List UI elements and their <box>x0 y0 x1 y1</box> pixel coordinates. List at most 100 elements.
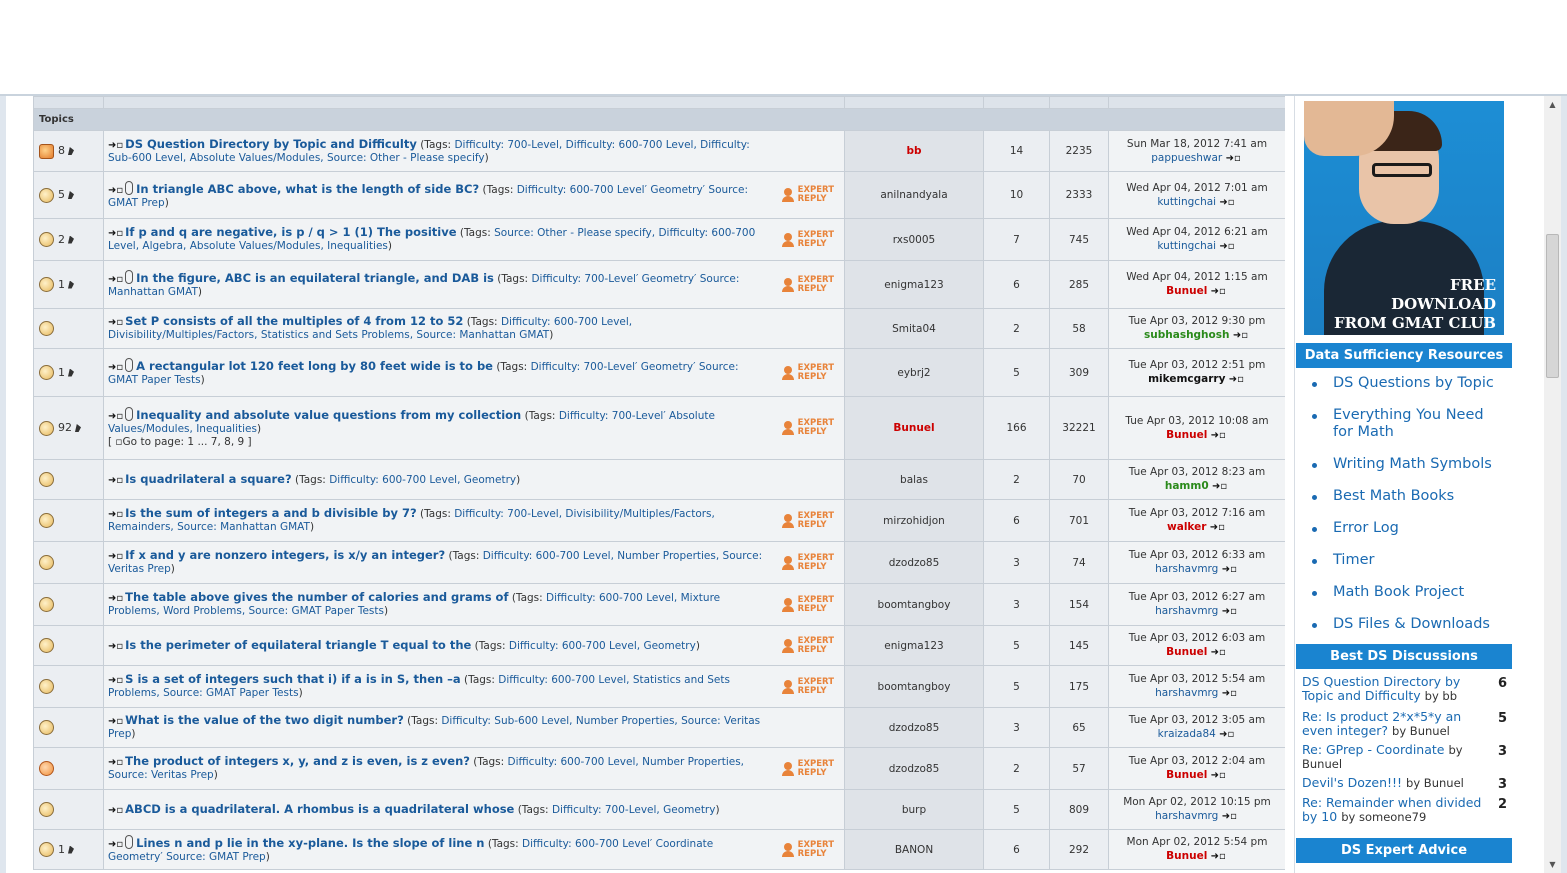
topic-tag[interactable]: Geometry <box>663 804 715 816</box>
author-link[interactable]: burp <box>902 804 926 816</box>
topic-tag[interactable]: Inequalities <box>196 423 257 435</box>
new-post-arrow-icon[interactable]: ➜▫ <box>108 316 123 329</box>
author-link[interactable]: bb <box>906 145 921 157</box>
resource-link[interactable]: Error Log <box>1295 520 1495 537</box>
view-latest-post-icon[interactable]: ➜▫ <box>1229 373 1244 387</box>
topic-tag[interactable]: Source: Veritas Prep <box>108 769 214 781</box>
discussion-item[interactable]: Re: Is product 2*x*5*y an even integer? … <box>1295 710 1513 739</box>
view-latest-post-icon[interactable]: ➜▫ <box>1219 196 1234 210</box>
view-latest-post-icon[interactable]: ➜▫ <box>1222 687 1237 701</box>
topic-tag[interactable]: Number Properties, <box>617 550 719 562</box>
last-post-user-link[interactable]: Bunuel <box>1166 646 1207 658</box>
new-post-arrow-icon[interactable]: ➜▫ <box>108 715 123 728</box>
topic-tag[interactable]: Remainders, <box>108 521 174 533</box>
topic-tag[interactable]: Manhattan GMAT <box>108 286 198 298</box>
discussion-item[interactable]: Re: GPrep - Coordinate by Bunuel 3 <box>1295 743 1513 772</box>
topic-tag[interactable]: Source: Other - Please specify <box>327 152 485 164</box>
last-post-user-link[interactable]: harshavmrg <box>1155 605 1218 617</box>
author-link[interactable]: Bunuel <box>893 422 934 434</box>
topic-tag[interactable]: Difficulty: 600-700 Level, <box>498 674 629 686</box>
topic-tag[interactable]: Absolute <box>669 410 715 422</box>
author-link[interactable]: boomtangboy <box>878 599 951 611</box>
topic-tag[interactable]: Difficulty: 700-Level′ <box>531 361 638 373</box>
topic-title-link[interactable]: Inequality and absolute value questions … <box>136 408 521 422</box>
author-link[interactable]: enigma123 <box>884 279 943 291</box>
topic-tag[interactable]: Paper Tests <box>141 374 200 386</box>
topic-title-link[interactable]: If p and q are negative, is p / q > 1 (1… <box>125 225 456 239</box>
view-latest-post-icon[interactable]: ➜▫ <box>1219 728 1234 742</box>
discussion-item[interactable]: DS Question Directory by Topic and Diffi… <box>1295 675 1513 704</box>
table-row[interactable]: 1 ➜▫ In the figure, ABC is an equilateral … <box>33 260 1285 309</box>
resource-link[interactable]: Everything You Need for Math <box>1295 407 1495 441</box>
table-row[interactable]: ➜▫ Is quadrilateral a square? (Tags: Diff… <box>33 459 1285 500</box>
view-latest-post-icon[interactable]: ➜▫ <box>1211 285 1226 299</box>
new-post-arrow-icon[interactable]: ➜▫ <box>108 410 123 423</box>
topic-title-link[interactable]: S is a set of integers such that i) if a… <box>125 672 461 686</box>
resource-link[interactable]: Timer <box>1295 552 1495 569</box>
view-latest-post-icon[interactable]: ➜▫ <box>1211 769 1226 783</box>
view-latest-post-icon[interactable]: ➜▫ <box>1222 563 1237 577</box>
topic-tag[interactable]: Values/Modules, <box>108 423 193 435</box>
topic-tag[interactable]: Source: GMAT Prep <box>166 851 266 863</box>
topic-tag[interactable]: Difficulty: 600-700 Level′ <box>517 184 647 196</box>
last-post-user-link[interactable]: Bunuel <box>1166 769 1207 781</box>
topic-tag[interactable]: Absolute Values/Modules, <box>190 152 324 164</box>
author-link[interactable]: boomtangboy <box>878 681 951 693</box>
new-post-arrow-icon[interactable]: ➜▫ <box>108 838 123 851</box>
topic-tag[interactable]: Inequalities <box>327 240 388 252</box>
view-latest-post-icon[interactable]: ➜▫ <box>1233 329 1248 343</box>
topic-title-link[interactable]: If x and y are nonzero integers, is x/y … <box>125 548 445 562</box>
topic-tag[interactable]: Source: <box>700 273 740 285</box>
new-post-arrow-icon[interactable]: ➜▫ <box>108 139 123 152</box>
table-row[interactable]: ➜▫ ABCD is a quadrilateral. A rhombus is … <box>33 789 1285 830</box>
table-row[interactable]: 2 ➜▫ If p and q are negative, is p / q > 1… <box>33 218 1285 261</box>
scroll-up-arrow-icon[interactable]: ▲ <box>1544 96 1561 113</box>
topic-tag[interactable]: Geometry <box>643 640 695 652</box>
topic-tag[interactable]: Source: <box>708 184 748 196</box>
topic-tag[interactable]: GMAT Prep <box>108 197 165 209</box>
topic-tag[interactable]: Number Properties, <box>642 756 744 768</box>
topic-tag[interactable]: Difficulty: 700-Level′ <box>531 273 638 285</box>
topic-tag[interactable]: Difficulty: 700-Level, <box>454 508 562 520</box>
new-post-arrow-icon[interactable]: ➜▫ <box>108 474 123 487</box>
resource-link[interactable]: DS Questions by Topic <box>1295 375 1495 392</box>
topic-tag[interactable]: Level, <box>108 240 139 252</box>
topic-title-link[interactable]: The table above gives the number of calo… <box>125 590 508 604</box>
topic-tag[interactable]: and Sets Problems, <box>312 329 413 341</box>
new-post-arrow-icon[interactable]: ➜▫ <box>108 674 123 687</box>
table-row[interactable]: ➜▫ Is the perimeter of equilateral triang… <box>33 625 1285 666</box>
last-post-user-link[interactable]: mikemcgarry <box>1148 373 1225 385</box>
author-link[interactable]: rxs0005 <box>893 234 935 246</box>
new-post-arrow-icon[interactable]: ➜▫ <box>108 508 123 521</box>
view-latest-post-icon[interactable]: ➜▫ <box>1211 429 1226 443</box>
topic-title-link[interactable]: Is the sum of integers a and b divisible… <box>125 506 416 520</box>
topic-tag[interactable]: Absolute Values/Modules, <box>190 240 324 252</box>
topic-tag[interactable]: Difficulty: 700-Level, <box>552 804 660 816</box>
table-row[interactable]: ➜▫ S is a set of integers such that i) if… <box>33 665 1285 708</box>
new-post-arrow-icon[interactable]: ➜▫ <box>108 804 123 817</box>
new-post-arrow-icon[interactable]: ➜▫ <box>108 184 123 197</box>
topic-tag[interactable]: Divisibility/Multiples/Factors, <box>565 508 714 520</box>
topic-tag[interactable]: Source: Other - Please specify, <box>494 227 655 239</box>
topic-tag[interactable]: Number Properties, <box>576 715 678 727</box>
author-link[interactable]: eybrj2 <box>897 367 930 379</box>
topic-tag[interactable]: Geometry′ <box>641 361 696 373</box>
last-post-user-link[interactable]: Bunuel <box>1166 850 1207 862</box>
last-post-user-link[interactable]: harshavmrg <box>1155 810 1218 822</box>
discussion-item[interactable]: Devil's Dozen!!! by Bunuel 3 <box>1295 776 1513 792</box>
topic-tag[interactable]: Difficulty: 700-Level, <box>454 139 562 151</box>
scroll-thumb[interactable] <box>1546 234 1559 378</box>
view-latest-post-icon[interactable]: ➜▫ <box>1211 646 1226 660</box>
topic-tag[interactable]: Difficulty: 600-700 Level, <box>566 139 697 151</box>
topic-tag[interactable]: Statistics and Sets <box>633 674 730 686</box>
topic-tag[interactable]: Geometry′ <box>650 184 705 196</box>
topic-tag[interactable]: Word Problems, <box>163 605 245 617</box>
topic-tag[interactable]: Difficulty: 600-700 Level, <box>508 756 639 768</box>
topic-tag[interactable]: Source: <box>723 550 763 562</box>
resource-link[interactable]: Writing Math Symbols <box>1295 456 1495 473</box>
topic-tag[interactable]: Difficulty: 600-700 Level′ <box>522 838 652 850</box>
topic-tag[interactable]: Problems, <box>108 687 160 699</box>
topic-title-link[interactable]: ABCD is a quadrilateral. A rhombus is a … <box>125 802 514 816</box>
topic-title-link[interactable]: In the figure, ABC is an equilateral tri… <box>136 271 494 285</box>
topic-tag[interactable]: Geometry′ <box>642 273 697 285</box>
